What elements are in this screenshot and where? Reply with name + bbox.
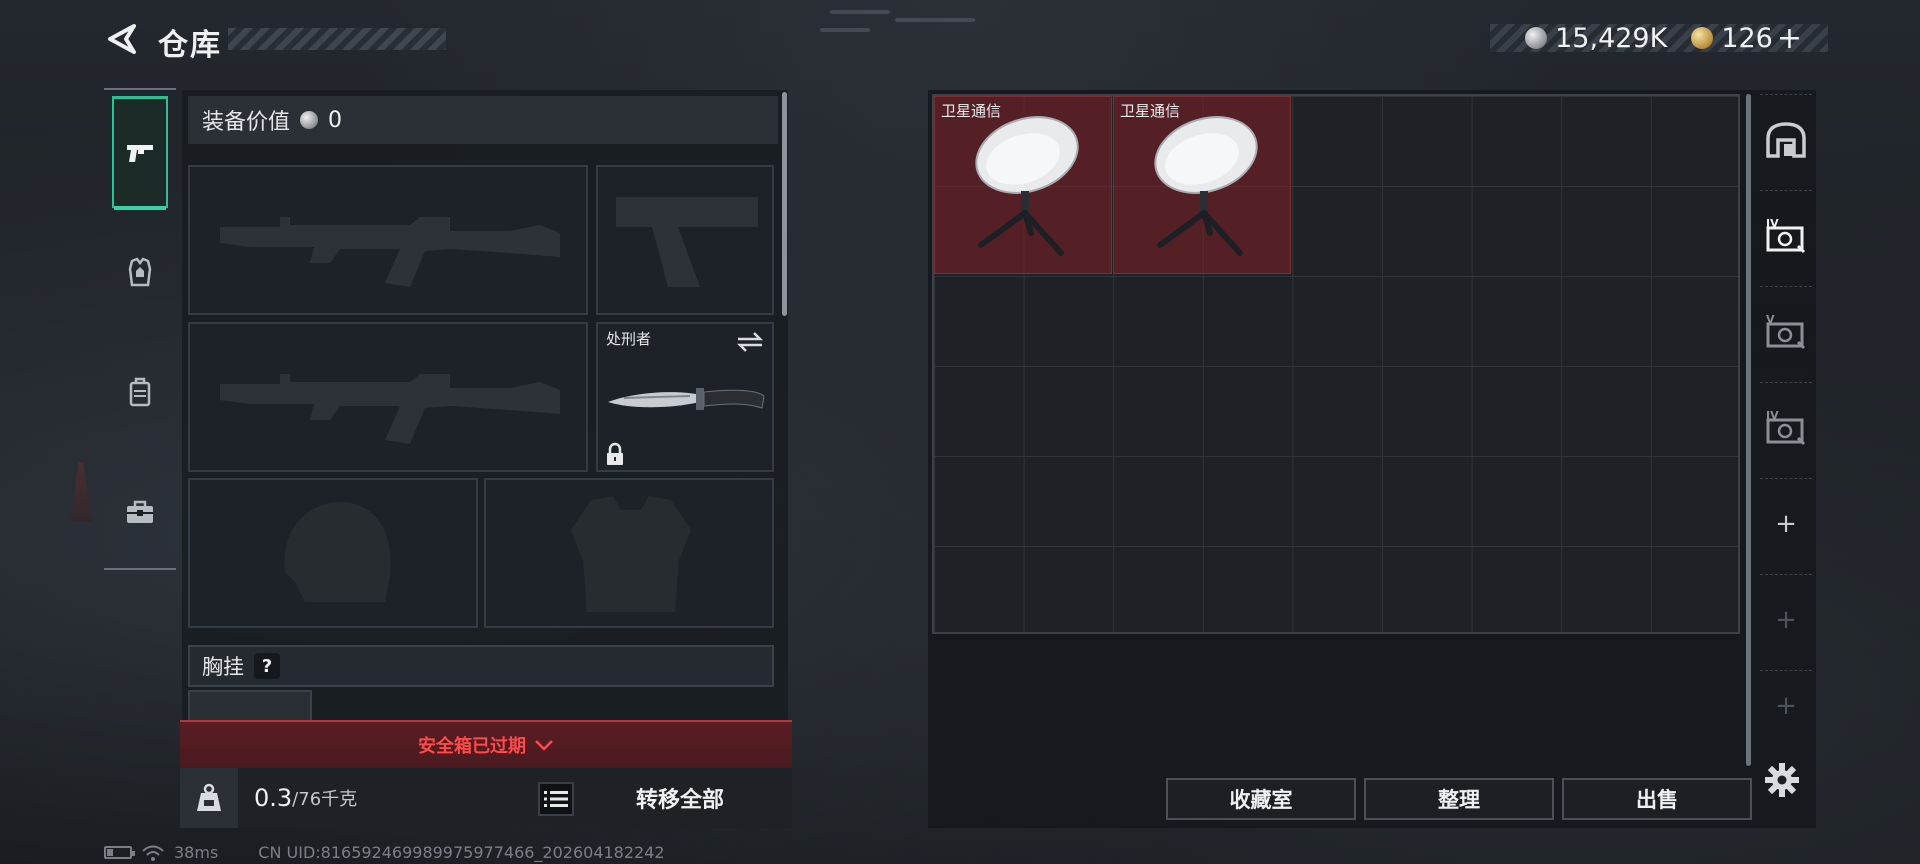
satellite-dish-icon xyxy=(1154,116,1258,256)
plus-icon: + xyxy=(1775,508,1797,539)
help-button[interactable]: ? xyxy=(254,653,280,679)
safe-box-expired-banner[interactable]: 安全箱已过期 xyxy=(180,720,792,768)
rifle-silhouette-icon xyxy=(220,374,560,444)
coin-balance: 15,429K xyxy=(1525,23,1667,54)
armor-vest-icon xyxy=(128,257,152,287)
safehouse-icon xyxy=(1766,121,1806,158)
currency-bar: 15,429K 126 + xyxy=(1490,21,1828,56)
chest-rig-header: 胸挂 ? xyxy=(188,645,774,687)
backpack-icon xyxy=(129,377,151,407)
helmet-silhouette-icon xyxy=(284,502,391,602)
gold-coin-icon xyxy=(1691,27,1714,49)
lock-icon xyxy=(607,442,623,465)
nav-weapons[interactable] xyxy=(112,96,168,210)
battery-icon xyxy=(104,846,135,859)
title-stripe xyxy=(228,28,446,50)
pistol-silhouette-icon xyxy=(616,197,758,287)
ping-value: 38ms xyxy=(174,843,219,862)
wifi-icon xyxy=(142,845,164,861)
satellite-dish-icon xyxy=(975,116,1079,256)
secondary-weapon-slot[interactable] xyxy=(596,165,774,315)
system-status: 38ms CN UID:816592469989975977466_202604… xyxy=(104,843,665,862)
rifle-silhouette-icon xyxy=(220,217,560,287)
pistol-icon xyxy=(127,144,153,162)
melee-weapon-slot[interactable]: 处刑者 xyxy=(596,322,774,472)
helmet-slot[interactable] xyxy=(188,478,478,628)
warehouse-screen: 仓库 15,429K 126 + 装备价值 0 处刑者 胸挂 ? 安全箱已过期 … xyxy=(0,0,1920,864)
safe-box-expired-text: 安全箱已过期 xyxy=(418,736,526,757)
ticket-balance[interactable]: 126 + xyxy=(1691,21,1802,56)
back-icon[interactable] xyxy=(104,22,138,56)
tab-case-iv-2[interactable]: IV xyxy=(1760,382,1812,472)
list-view-button[interactable] xyxy=(538,782,574,816)
equipment-value-bar: 装备价值 0 xyxy=(188,96,778,144)
bg-light-streak xyxy=(820,28,870,32)
case-iv-icon: IV xyxy=(1766,217,1806,253)
ticket-value: 126 xyxy=(1721,22,1773,54)
silver-coin-icon xyxy=(1525,27,1548,49)
chevron-down-icon xyxy=(535,740,553,751)
nav-tools[interactable] xyxy=(112,456,168,568)
add-ticket-button[interactable]: + xyxy=(1777,21,1802,56)
case-v-icon: V xyxy=(1766,313,1806,349)
plus-icon: + xyxy=(1775,604,1797,635)
chest-rig-slot[interactable] xyxy=(188,690,312,722)
tab-case-v[interactable]: V xyxy=(1760,286,1812,376)
vest-silhouette-icon xyxy=(571,496,691,612)
weight-bar: 0.3 /76千克 转移全部 xyxy=(180,768,792,828)
tab-safehouse[interactable] xyxy=(1760,94,1812,184)
user-uid: CN UID:816592469989975977466_20260418224… xyxy=(258,843,665,862)
storage-scrollbar[interactable] xyxy=(1746,94,1751,766)
weight-max: /76千克 xyxy=(292,789,358,810)
loadout-scrollbar[interactable] xyxy=(782,92,787,316)
primary-weapon-slot-2[interactable] xyxy=(188,322,588,472)
equipment-value: 0 xyxy=(328,107,343,133)
gear-icon[interactable] xyxy=(1764,762,1800,798)
nav-backpack[interactable] xyxy=(112,336,168,448)
chest-rig-label: 胸挂 xyxy=(202,655,244,679)
equipment-value-label: 装备价值 xyxy=(202,110,291,135)
left-category-nav xyxy=(104,88,176,570)
tab-case-iv[interactable]: IV xyxy=(1760,190,1812,280)
transfer-all-button[interactable]: 转移全部 xyxy=(580,774,780,822)
bg-light-streak xyxy=(895,18,975,22)
list-icon xyxy=(544,791,568,807)
bg-traffic-cone xyxy=(70,462,92,522)
collection-room-button[interactable]: 收藏室 xyxy=(1166,778,1356,820)
silver-coin-icon xyxy=(300,111,319,129)
melee-weapon-name: 处刑者 xyxy=(606,330,652,348)
storage-item-satellite[interactable]: 卫星通信 xyxy=(934,96,1112,274)
nav-armor[interactable] xyxy=(112,216,168,328)
kg-weight-icon xyxy=(197,783,221,811)
tab-add-case-locked[interactable]: + xyxy=(1760,574,1812,664)
bg-light-streak xyxy=(830,10,890,14)
body-armor-slot[interactable] xyxy=(484,478,774,628)
coin-value: 15,429K xyxy=(1555,22,1668,54)
toolbox-icon xyxy=(127,500,153,523)
kg-weight-box xyxy=(180,768,238,828)
knife-icon xyxy=(608,388,765,410)
plus-icon: + xyxy=(1775,690,1797,721)
sort-button[interactable]: 整理 xyxy=(1364,778,1554,820)
weight-current: 0.3 xyxy=(254,784,293,812)
swap-icon[interactable] xyxy=(736,330,764,354)
page-title: 仓库 xyxy=(158,28,222,63)
primary-weapon-slot[interactable] xyxy=(188,165,588,315)
sell-button[interactable]: 出售 xyxy=(1562,778,1752,820)
tab-add-case[interactable]: + xyxy=(1760,478,1812,568)
tab-add-case-locked[interactable]: + xyxy=(1760,670,1812,740)
storage-tabs: IV V IV + + + xyxy=(1756,94,1816,754)
storage-item-satellite[interactable]: 卫星通信 xyxy=(1113,96,1291,274)
case-iv-icon: IV xyxy=(1766,409,1806,445)
